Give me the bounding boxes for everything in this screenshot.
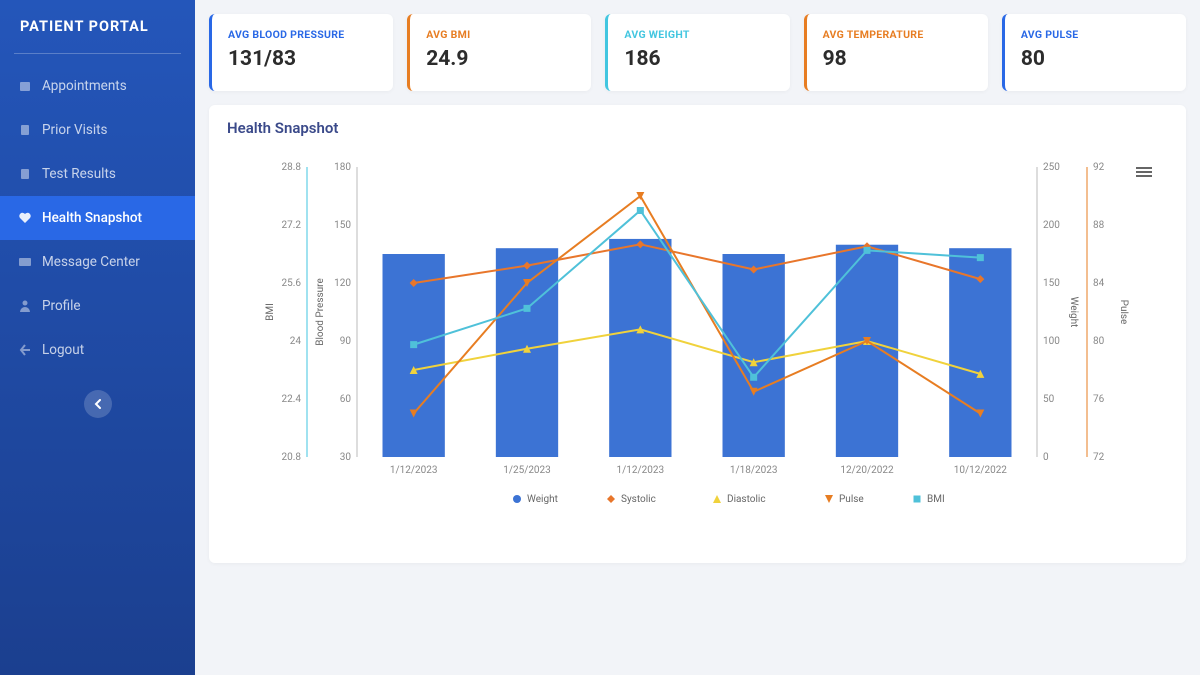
- kpi-value: 24.9: [426, 47, 575, 71]
- sidebar-nav: Appointments Prior Visits Test Results Heal…: [0, 64, 195, 372]
- kpi-card: AVG BLOOD PRESSURE 131/83: [209, 14, 393, 91]
- svg-text:180: 180: [334, 162, 351, 173]
- legend-item[interactable]: Weight: [527, 494, 558, 505]
- kpi-card: AVG TEMPERATURE 98: [804, 14, 988, 91]
- chevron-left-icon: [94, 399, 102, 409]
- sidebar-item-health-snapshot[interactable]: Health Snapshot: [0, 196, 195, 240]
- kpi-label: AVG WEIGHT: [624, 28, 773, 41]
- svg-text:27.2: 27.2: [282, 220, 302, 231]
- user-icon: [18, 299, 32, 313]
- calendar-icon: [18, 79, 32, 93]
- svg-text:Pulse: Pulse: [1118, 300, 1129, 325]
- app-title: PATIENT PORTAL: [0, 0, 195, 53]
- kpi-label: AVG BLOOD PRESSURE: [228, 28, 377, 41]
- kpi-card: AVG PULSE 80: [1002, 14, 1186, 91]
- kpi-label: AVG PULSE: [1021, 28, 1170, 41]
- panel-title: Health Snapshot: [227, 119, 1168, 137]
- kpi-value: 80: [1021, 47, 1170, 71]
- sidebar-item-prior-visits[interactable]: Prior Visits: [0, 108, 195, 152]
- svg-text:BMI: BMI: [265, 303, 276, 321]
- sidebar-item-appointments[interactable]: Appointments: [0, 64, 195, 108]
- svg-text:120: 120: [334, 278, 351, 289]
- bar-1/12/2023[interactable]: [609, 239, 671, 457]
- svg-text:25.6: 25.6: [282, 278, 302, 289]
- svg-text:76: 76: [1093, 394, 1105, 405]
- svg-text:28.8: 28.8: [282, 162, 302, 173]
- svg-text:84: 84: [1093, 278, 1105, 289]
- svg-text:60: 60: [340, 394, 352, 405]
- svg-text:72: 72: [1093, 452, 1105, 463]
- svg-text:92: 92: [1093, 162, 1105, 173]
- main-content: AVG BLOOD PRESSURE 131/83 AVG BMI 24.9 AVG W…: [195, 0, 1200, 675]
- svg-text:80: 80: [1093, 336, 1105, 347]
- sidebar-item-label: Profile: [42, 298, 81, 314]
- sidebar-item-label: Test Results: [42, 166, 116, 182]
- clipboard-icon: [18, 123, 32, 137]
- svg-text:88: 88: [1093, 220, 1105, 231]
- chart-container: 30 60 90 120 150 180 Blood Pressure 20.8 22.4 24 2…: [227, 151, 1168, 543]
- legend-item[interactable]: Pulse: [839, 494, 864, 505]
- chart-menu-button[interactable]: [1136, 165, 1152, 179]
- legend-item[interactable]: Diastolic: [727, 494, 766, 505]
- health-snapshot-panel: Health Snapshot 30 60 90 120 150 180 Blood Pre…: [209, 105, 1186, 563]
- svg-text:90: 90: [340, 336, 352, 347]
- kpi-card: AVG WEIGHT 186: [605, 14, 789, 91]
- sidebar-item-message-center[interactable]: Message Center: [0, 240, 195, 284]
- sidebar-item-label: Prior Visits: [42, 122, 108, 138]
- svg-text:Weight: Weight: [1068, 297, 1079, 328]
- kpi-value: 131/83: [228, 47, 377, 71]
- svg-text:1/12/2023: 1/12/2023: [617, 465, 665, 476]
- svg-text:24: 24: [290, 336, 302, 347]
- svg-text:22.4: 22.4: [282, 394, 302, 405]
- svg-text:20.8: 20.8: [282, 452, 302, 463]
- sidebar-item-label: Health Snapshot: [42, 210, 142, 226]
- svg-text:200: 200: [1043, 220, 1060, 231]
- sidebar-item-test-results[interactable]: Test Results: [0, 152, 195, 196]
- sidebar-item-label: Logout: [42, 342, 84, 358]
- kpi-value: 98: [823, 47, 972, 71]
- svg-text:150: 150: [1043, 278, 1060, 289]
- legend-item[interactable]: Systolic: [621, 494, 656, 505]
- flask-icon: [18, 167, 32, 181]
- svg-text:0: 0: [1043, 452, 1049, 463]
- svg-text:1/18/2023: 1/18/2023: [730, 465, 778, 476]
- kpi-card: AVG BMI 24.9: [407, 14, 591, 91]
- svg-text:10/12/2022: 10/12/2022: [954, 465, 1008, 476]
- health-snapshot-chart: 30 60 90 120 150 180 Blood Pressure 20.8 22.4 24 2…: [237, 157, 1157, 537]
- sidebar-item-label: Message Center: [42, 254, 140, 270]
- sidebar-item-logout[interactable]: Logout: [0, 328, 195, 372]
- svg-text:30: 30: [340, 452, 352, 463]
- kpi-label: AVG TEMPERATURE: [823, 28, 972, 41]
- divider: [14, 53, 181, 54]
- kpi-row: AVG BLOOD PRESSURE 131/83 AVG BMI 24.9 AVG W…: [209, 14, 1186, 91]
- svg-text:150: 150: [334, 220, 351, 231]
- sidebar-item-profile[interactable]: Profile: [0, 284, 195, 328]
- svg-text:50: 50: [1043, 394, 1055, 405]
- kpi-value: 186: [624, 47, 773, 71]
- sidebar-item-label: Appointments: [42, 78, 127, 94]
- legend-item[interactable]: BMI: [927, 494, 945, 505]
- kpi-label: AVG BMI: [426, 28, 575, 41]
- heart-icon: [18, 211, 32, 225]
- svg-text:250: 250: [1043, 162, 1060, 173]
- svg-text:12/20/2022: 12/20/2022: [840, 465, 894, 476]
- svg-text:Blood Pressure: Blood Pressure: [315, 278, 326, 346]
- mail-icon: [18, 255, 32, 269]
- svg-text:1/12/2023: 1/12/2023: [390, 465, 438, 476]
- svg-text:1/25/2023: 1/25/2023: [503, 465, 551, 476]
- sidebar: PATIENT PORTAL Appointments Prior Visits T…: [0, 0, 195, 675]
- svg-text:100: 100: [1043, 336, 1060, 347]
- collapse-sidebar-button[interactable]: [84, 390, 112, 418]
- logout-icon: [18, 343, 32, 357]
